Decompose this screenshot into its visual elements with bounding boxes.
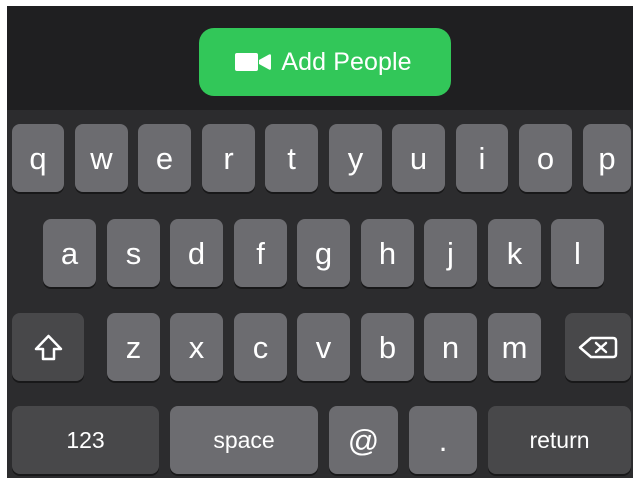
key-g[interactable]: g xyxy=(297,219,350,287)
key-p[interactable]: p xyxy=(583,124,631,192)
key-t[interactable]: t xyxy=(265,124,318,192)
numbers-key[interactable]: 123 xyxy=(12,406,159,474)
key-s[interactable]: s xyxy=(107,219,160,287)
key-v[interactable]: v xyxy=(297,313,350,381)
key-m[interactable]: m xyxy=(488,313,541,381)
keyboard: q w e r t y u i o p a s d f g h j k l z … xyxy=(7,110,633,478)
shift-icon xyxy=(34,334,62,360)
key-i[interactable]: i xyxy=(456,124,508,192)
video-camera-icon xyxy=(235,53,272,71)
key-d[interactable]: d xyxy=(170,219,223,287)
key-y[interactable]: y xyxy=(329,124,382,192)
key-k[interactable]: k xyxy=(488,219,541,287)
key-u[interactable]: u xyxy=(392,124,445,192)
period-key[interactable]: . xyxy=(409,406,477,474)
key-a[interactable]: a xyxy=(43,219,96,287)
key-j[interactable]: j xyxy=(424,219,477,287)
key-l[interactable]: l xyxy=(551,219,604,287)
key-b[interactable]: b xyxy=(361,313,414,381)
key-f[interactable]: f xyxy=(234,219,287,287)
add-people-button[interactable]: Add People xyxy=(199,28,451,96)
delete-key[interactable] xyxy=(565,313,631,381)
key-q[interactable]: q xyxy=(12,124,64,192)
key-o[interactable]: o xyxy=(519,124,572,192)
space-key[interactable]: space xyxy=(170,406,318,474)
key-n[interactable]: n xyxy=(424,313,477,381)
key-e[interactable]: e xyxy=(138,124,191,192)
add-people-label: Add People xyxy=(281,47,412,76)
shift-key[interactable] xyxy=(12,313,84,381)
key-z[interactable]: z xyxy=(107,313,160,381)
key-h[interactable]: h xyxy=(361,219,414,287)
at-key[interactable]: @ xyxy=(329,406,398,474)
call-toolbar: Add People xyxy=(7,6,633,110)
key-w[interactable]: w xyxy=(75,124,128,192)
return-key[interactable]: return xyxy=(488,406,631,474)
backspace-icon xyxy=(578,336,618,358)
key-x[interactable]: x xyxy=(170,313,223,381)
phone-screen: Add People q w e r t y u i o p a s d f g… xyxy=(7,6,633,478)
key-r[interactable]: r xyxy=(202,124,255,192)
key-c[interactable]: c xyxy=(234,313,287,381)
